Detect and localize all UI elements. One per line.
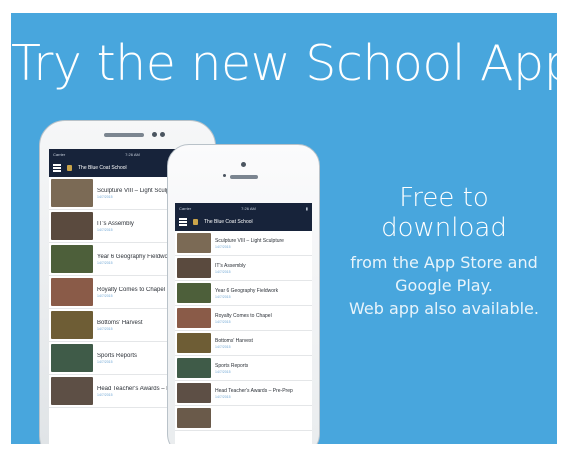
news-title: Royalty Comes to Chapel — [215, 312, 272, 319]
news-thumbnail — [177, 333, 211, 353]
download-info: Free to download from the App Store and … — [333, 183, 555, 320]
phone-sensor — [223, 174, 226, 177]
news-thumbnail — [51, 245, 93, 273]
news-title: Year 6 Geography Fieldwork — [97, 253, 173, 260]
news-item[interactable]: Year 6 Geography Fieldwork 14/7/2015 — [175, 281, 312, 306]
news-thumbnail — [177, 308, 211, 328]
clock: 7:26 AM — [241, 205, 256, 211]
phone-speaker — [104, 133, 144, 137]
news-date: 14/7/2015 — [97, 260, 113, 265]
news-thumbnail — [51, 377, 93, 405]
news-thumbnail — [51, 344, 93, 372]
carrier-label: Carrier — [179, 205, 192, 211]
news-info: Bottoms' Harvest 14/7/2015 — [211, 338, 253, 349]
news-info: Year 6 Geography Fieldwork 14/7/2015 — [211, 288, 278, 299]
news-thumbnail — [177, 408, 211, 428]
school-name: The Blue Coat School — [78, 165, 127, 171]
news-thumbnail — [51, 179, 93, 207]
news-item[interactable]: Bottoms' Harvest 14/7/2015 — [175, 331, 312, 356]
news-thumbnail — [51, 212, 93, 240]
news-info: Sports Reports 14/7/2015 — [211, 363, 248, 374]
news-item[interactable]: Head Teacher's Awards – Pre-Prep 14/7/201… — [175, 381, 312, 406]
news-date: 14/7/2015 — [97, 293, 113, 298]
news-item[interactable] — [175, 406, 312, 431]
news-date: 14/7/2015 — [215, 294, 231, 299]
phone-camera — [152, 132, 157, 137]
battery-icon: ▮ — [305, 205, 308, 211]
news-info: Royalty Comes to Chapel 14/7/2015 — [93, 287, 165, 298]
news-info: Sculpture VIII – Light Sculpture 14/7/201… — [211, 238, 284, 249]
news-item[interactable]: Sports Reports 14/7/2015 — [175, 356, 312, 381]
news-date: 14/7/2015 — [215, 269, 231, 274]
news-title: Sports Reports — [215, 362, 249, 369]
news-title: IT's Assembly — [215, 262, 246, 269]
news-item[interactable]: IT's Assembly 14/7/2015 — [175, 256, 312, 281]
news-title: Sports Reports — [97, 352, 138, 359]
free-download-heading: Free to download — [381, 183, 507, 243]
news-info: Sports Reports 14/7/2015 — [93, 353, 137, 364]
status-bar: Carrier 7:26 AM ▮ — [175, 203, 312, 213]
news-thumbnail — [177, 258, 211, 278]
news-date: 14/7/2015 — [215, 319, 231, 324]
news-date: 14/7/2015 — [97, 359, 113, 364]
carrier-label: Carrier — [53, 151, 66, 157]
news-date: 14/7/2015 — [97, 227, 113, 232]
news-title: Head Teacher's Awards – Pre-Prep — [215, 387, 293, 394]
news-title: IT's Assembly — [97, 220, 134, 227]
news-thumbnail — [51, 278, 93, 306]
news-info: IT's Assembly 14/7/2015 — [211, 263, 246, 274]
headline: Try the new School App — [11, 35, 557, 92]
news-info: Bottoms' Harvest 14/7/2015 — [93, 320, 143, 331]
news-date: 14/7/2015 — [215, 369, 231, 374]
phone-camera — [241, 162, 246, 167]
phone-camera — [160, 132, 165, 137]
news-info: IT's Assembly 14/7/2015 — [93, 221, 134, 232]
news-item[interactable]: Sculpture VIII – Light Sculpture 14/7/201… — [175, 231, 312, 256]
news-info: Year 6 Geography Fieldwork 14/7/2015 — [93, 254, 173, 265]
news-title: Royalty Comes to Chapel — [97, 286, 166, 293]
school-name: The Blue Coat School — [204, 219, 253, 225]
news-thumbnail — [177, 283, 211, 303]
clock: 7:26 AM — [125, 151, 140, 157]
news-thumbnail — [177, 358, 211, 378]
news-thumbnail — [51, 311, 93, 339]
app-screen: Carrier 7:26 AM ▮ The Blue Coat School S… — [175, 203, 312, 444]
app-header: The Blue Coat School — [175, 213, 312, 231]
school-crest-icon — [193, 219, 198, 225]
news-date: 14/7/2015 — [215, 344, 231, 349]
school-crest-icon — [67, 165, 72, 171]
news-item[interactable]: Royalty Comes to Chapel 14/7/2015 — [175, 306, 312, 331]
news-info: Royalty Comes to Chapel 14/7/2015 — [211, 313, 272, 324]
phone-speaker — [230, 175, 258, 179]
news-thumbnail — [177, 233, 211, 253]
news-info — [211, 418, 215, 419]
news-title: Bottoms' Harvest — [215, 337, 253, 344]
news-date: 14/7/2015 — [215, 394, 231, 399]
store-line: Google Play. — [395, 276, 493, 295]
news-info: Head Teacher's Awards – Pre-Prep 14/7/201… — [211, 388, 293, 399]
news-date: 14/7/2015 — [215, 244, 231, 249]
news-title: Bottoms' Harvest — [97, 319, 143, 326]
news-title: Year 6 Geography Fieldwork — [215, 287, 279, 294]
menu-icon[interactable] — [53, 164, 61, 172]
news-date: 14/7/2015 — [97, 326, 113, 331]
news-thumbnail — [177, 383, 211, 403]
news-list: Sculpture VIII – Light Sculpture 14/7/201… — [175, 231, 312, 431]
news-title: Sculpture VIII – Light Sculpture — [215, 237, 284, 244]
iphone: Carrier 7:26 AM ▮ The Blue Coat School S… — [167, 144, 320, 444]
webapp-line: Web app also available. — [349, 299, 539, 318]
menu-icon[interactable] — [179, 218, 187, 226]
store-line: from the App Store and — [350, 253, 538, 272]
promo-banner: Try the new School App Carrier 7:26 AM ▮… — [11, 13, 557, 444]
